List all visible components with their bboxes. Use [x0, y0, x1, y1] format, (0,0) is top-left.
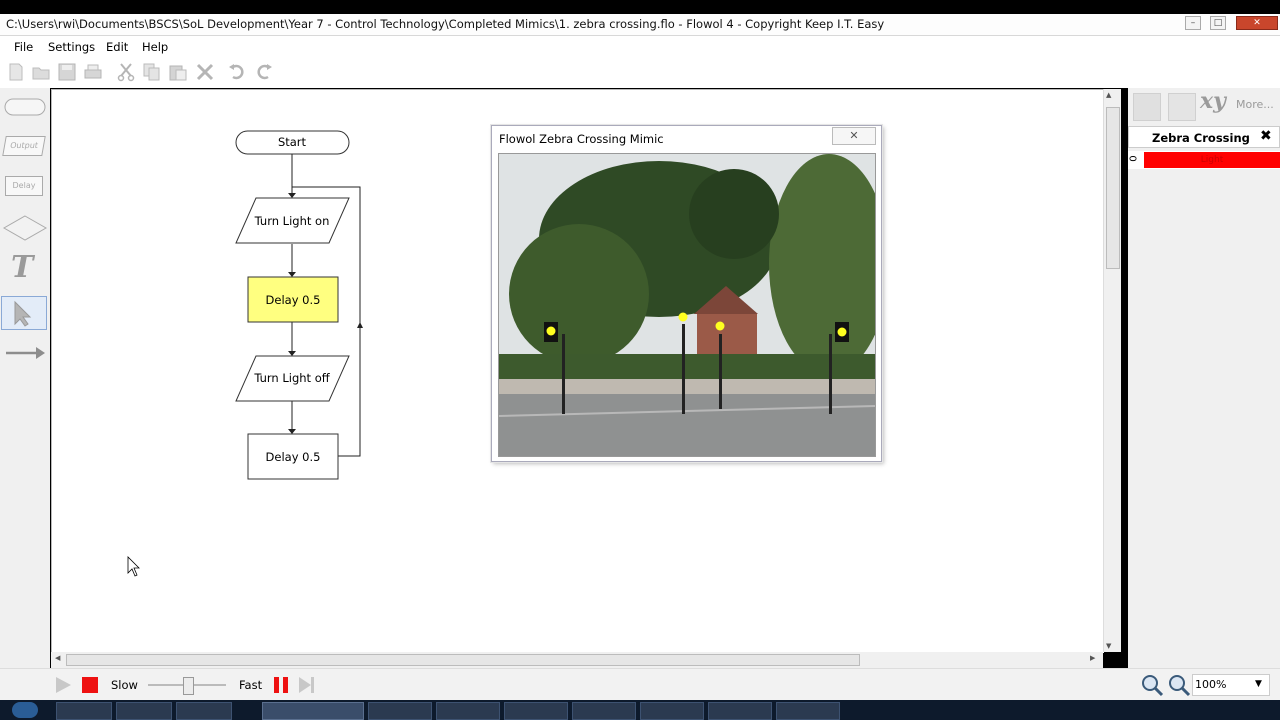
mimic-tab-close-icon[interactable]: ✖ — [1260, 128, 1272, 144]
zebra-crossing-photo — [498, 153, 876, 457]
pointer-tool-icon[interactable] — [1, 296, 47, 330]
window-title-bar: C:\Users\rwi\Documents\BSCS\SoL Developm… — [0, 14, 1280, 36]
mimic-window-title: Flowol Zebra Crossing Mimic — [499, 132, 664, 146]
vertical-scrollbar[interactable]: ▲ ▼ — [1103, 89, 1121, 652]
taskbar-button-9[interactable] — [640, 702, 704, 720]
menu-file[interactable]: File — [14, 40, 33, 54]
vertical-scroll-thumb[interactable] — [1106, 107, 1120, 269]
copy-icon[interactable] — [142, 62, 162, 82]
mimic-close-button[interactable]: ✕ — [832, 127, 876, 145]
close-button[interactable]: ✕ — [1236, 16, 1278, 30]
menu-edit[interactable]: Edit — [106, 40, 128, 54]
taskbar-button-5[interactable] — [368, 702, 432, 720]
connector-arrow-tool-icon[interactable] — [4, 344, 46, 362]
flow-output-turn-on[interactable]: Turn Light on — [235, 197, 350, 244]
mimic-tab-title: Zebra Crossing — [1152, 131, 1250, 145]
scroll-left-icon[interactable]: ◀ — [55, 654, 60, 662]
beacon-light-icon — [546, 326, 556, 336]
scroll-right-icon[interactable]: ▶ — [1090, 654, 1095, 662]
flow-start-label: Start — [278, 135, 307, 149]
play-icon[interactable] — [54, 676, 72, 694]
save-icon[interactable] — [57, 62, 77, 82]
menu-settings[interactable]: Settings — [48, 40, 95, 54]
start-stop-symbol-icon[interactable] — [4, 96, 46, 118]
toolbar — [0, 56, 1280, 88]
decision-symbol-icon[interactable] — [2, 214, 48, 242]
text-tool-icon[interactable]: T — [11, 250, 33, 285]
output-state-indicator: Light — [1144, 152, 1280, 168]
chevron-down-icon[interactable]: ▼ — [1255, 679, 1262, 689]
beacon-light-icon — [715, 321, 725, 331]
more-button[interactable]: More... — [1236, 98, 1274, 111]
print-icon[interactable] — [83, 62, 103, 82]
xy-graph-icon[interactable]: xy — [1200, 88, 1226, 114]
symbol-palette: Output Delay T — [0, 88, 50, 668]
menu-bar: File Settings Edit Help — [0, 36, 1280, 56]
taskbar-button-10[interactable] — [708, 702, 772, 720]
flow-delay-2-label: Delay 0.5 — [266, 450, 321, 464]
mimic-thumb-2-icon[interactable] — [1168, 93, 1196, 121]
flow-delay-1-active[interactable]: Delay 0.5 — [247, 276, 339, 323]
maximize-button[interactable]: □ — [1210, 16, 1226, 30]
stop-icon[interactable] — [82, 677, 98, 693]
output-number: 0 — [1128, 155, 1140, 162]
taskbar-button-4[interactable] — [262, 702, 364, 720]
cut-icon[interactable] — [116, 62, 136, 82]
beacon-light-icon — [837, 327, 847, 337]
scroll-up-icon[interactable]: ▲ — [1106, 91, 1111, 99]
mimic-thumb-1-icon[interactable] — [1133, 93, 1161, 121]
taskbar — [0, 700, 1280, 720]
minimize-button[interactable]: – — [1185, 16, 1201, 30]
taskbar-button-1[interactable] — [56, 702, 112, 720]
open-icon[interactable] — [31, 62, 51, 82]
slow-label: Slow — [111, 678, 138, 692]
paste-icon[interactable] — [168, 62, 188, 82]
horizontal-scroll-thumb[interactable] — [66, 654, 860, 666]
taskbar-button-11[interactable] — [776, 702, 840, 720]
mimic-panel: xy More... Zebra Crossing ✖ 0 Light — [1128, 88, 1280, 668]
start-orb-icon[interactable] — [12, 702, 38, 718]
beacon-light-icon — [678, 312, 688, 322]
flow-turn-on-label: Turn Light on — [254, 214, 330, 228]
menu-help[interactable]: Help — [142, 40, 168, 54]
flow-turn-off-label: Turn Light off — [253, 371, 330, 385]
taskbar-button-8[interactable] — [572, 702, 636, 720]
delete-icon[interactable] — [195, 62, 215, 82]
mimic-window[interactable]: Flowol Zebra Crossing Mimic ✕ — [491, 125, 882, 462]
horizontal-scrollbar[interactable]: ◀ ▶ — [51, 652, 1103, 668]
step-icon[interactable] — [298, 676, 316, 694]
taskbar-button-6[interactable] — [436, 702, 500, 720]
zoom-in-icon[interactable] — [1140, 673, 1164, 697]
delay-symbol-icon[interactable]: Delay — [5, 176, 43, 196]
taskbar-button-2[interactable] — [116, 702, 172, 720]
redo-icon[interactable] — [254, 62, 274, 82]
flow-start-node[interactable]: Start — [235, 130, 350, 155]
flow-output-turn-off[interactable]: Turn Light off — [235, 355, 350, 402]
pause-icon[interactable] — [272, 676, 290, 694]
window-title: C:\Users\rwi\Documents\BSCS\SoL Developm… — [6, 17, 885, 31]
speed-slider[interactable] — [148, 677, 226, 695]
mimic-tab[interactable]: Zebra Crossing ✖ — [1128, 126, 1280, 148]
flow-delay-1-label: Delay 0.5 — [266, 293, 321, 307]
zoom-select[interactable]: 100% ▼ — [1192, 674, 1270, 696]
mouse-cursor-icon — [127, 556, 140, 577]
flow-delay-2[interactable]: Delay 0.5 — [247, 433, 339, 480]
taskbar-button-7[interactable] — [504, 702, 568, 720]
undo-icon[interactable] — [227, 62, 247, 82]
speed-slider-thumb[interactable] — [183, 677, 194, 695]
zoom-value: 100% — [1195, 678, 1227, 691]
taskbar-button-3[interactable] — [176, 702, 232, 720]
fast-label: Fast — [239, 678, 263, 692]
new-icon[interactable] — [6, 62, 26, 82]
output-row[interactable]: 0 Light — [1128, 151, 1280, 169]
zoom-out-icon[interactable] — [1167, 673, 1191, 697]
run-control-bar: Slow Fast 100% ▼ — [0, 668, 1280, 701]
output-symbol-icon[interactable]: Output — [2, 136, 46, 156]
scroll-down-icon[interactable]: ▼ — [1106, 642, 1111, 650]
